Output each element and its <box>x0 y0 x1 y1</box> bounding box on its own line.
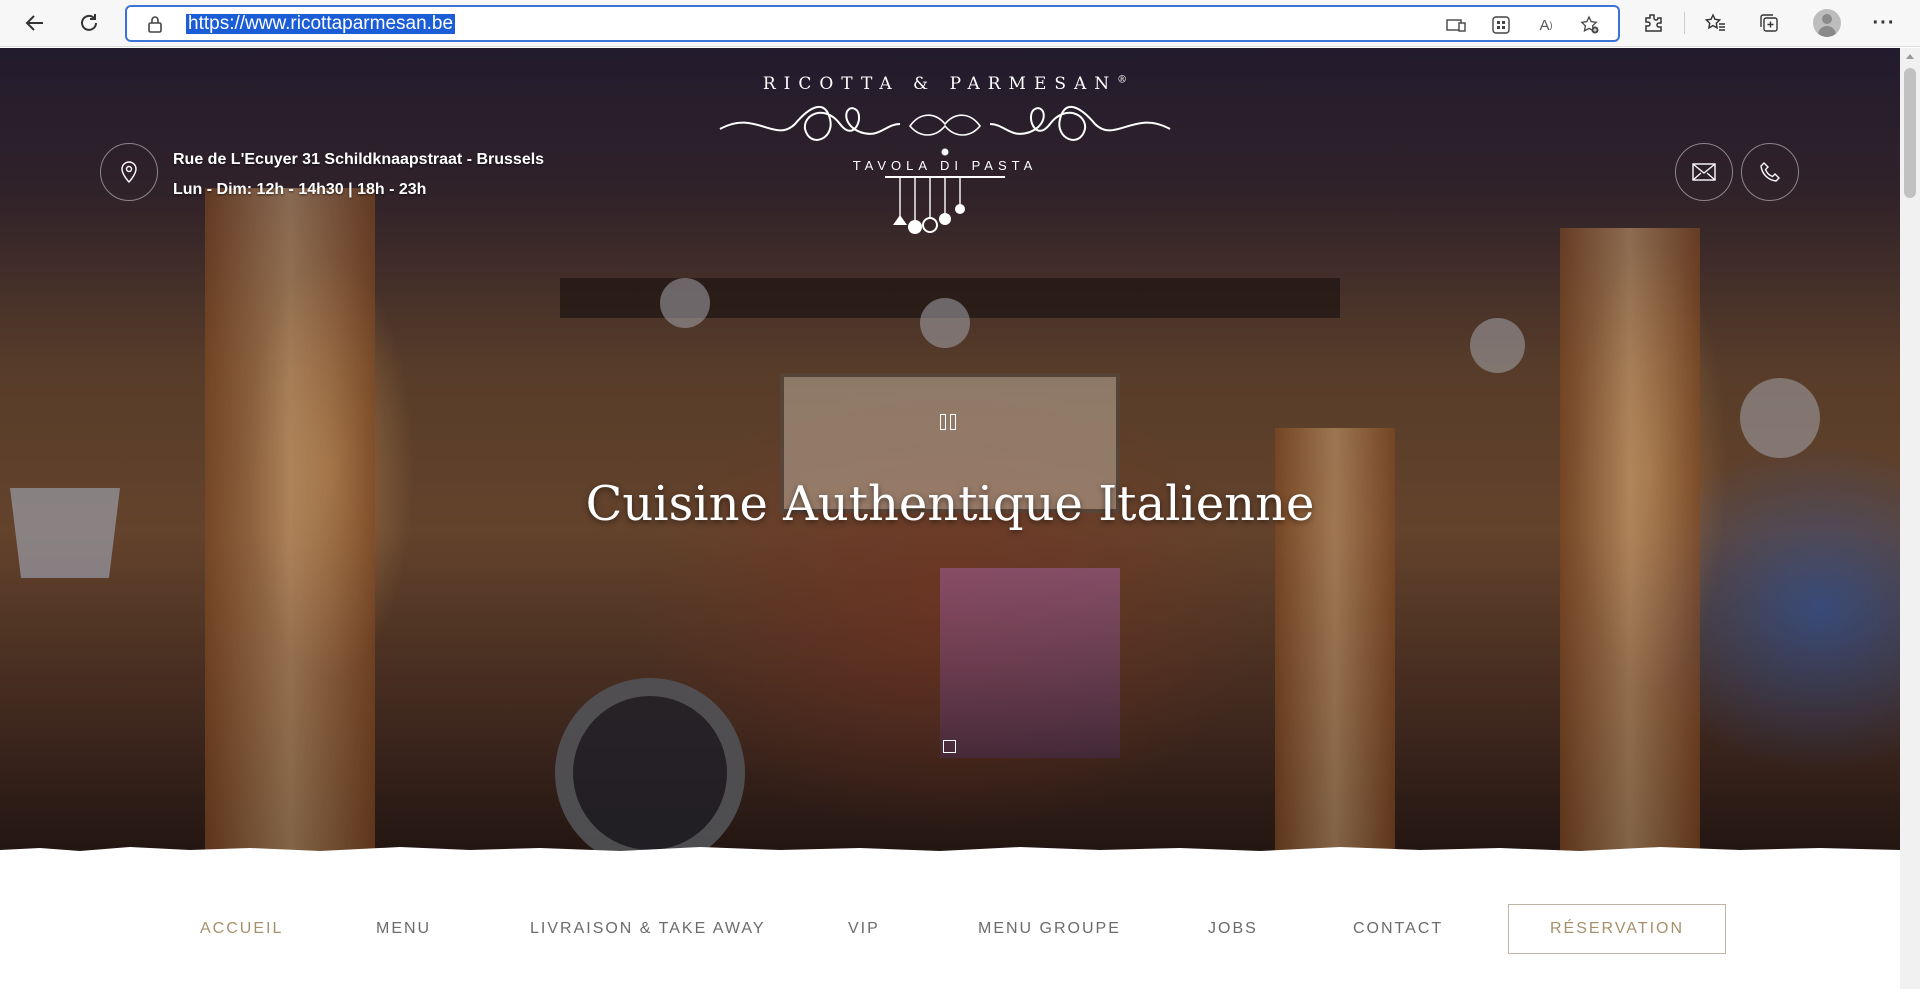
hero-headline: Cuisine Authentique Italienne <box>585 476 1315 532</box>
toolbar-separator <box>1684 12 1685 34</box>
favorite-add-icon[interactable] <box>1579 14 1601 36</box>
hero-slider: Rue de L'Ecuyer 31 Schildknaapstraat - B… <box>0 48 1900 853</box>
address-block: Rue de L'Ecuyer 31 Schildknaapstraat - B… <box>173 145 544 205</box>
read-aloud-icon[interactable]: A) <box>1535 14 1557 36</box>
web-page: Rue de L'Ecuyer 31 Schildknaapstraat - B… <box>0 48 1900 989</box>
scroll-thumb[interactable] <box>1904 68 1916 198</box>
main-navigation: ACCUEIL MENU LIVRAISON & TAKE AWAY VIP M… <box>0 904 1900 954</box>
back-arrow-icon[interactable] <box>18 6 52 40</box>
logo-name-text: RICOTTA & PARMESAN <box>762 74 1118 94</box>
profile-avatar[interactable] <box>1813 9 1841 37</box>
logo-name: RICOTTA & PARMESAN® <box>715 74 1175 94</box>
mail-icon[interactable] <box>1675 143 1733 201</box>
more-icon[interactable]: ··· <box>1871 10 1897 36</box>
nav-item-menu-groupe[interactable]: MENU GROUPE <box>978 904 1121 954</box>
location-pin-icon[interactable] <box>100 143 158 201</box>
nav-item-menu[interactable]: MENU <box>376 904 431 954</box>
logo-registered-mark: ® <box>1117 74 1128 86</box>
extensions-icon[interactable] <box>1640 10 1666 36</box>
nav-item-livraison[interactable]: LIVRAISON & TAKE AWAY <box>530 904 766 954</box>
phone-icon[interactable] <box>1741 143 1799 201</box>
device-icon[interactable] <box>1445 14 1467 36</box>
slider-indicator[interactable] <box>943 740 956 753</box>
logo-flourish <box>719 106 1171 156</box>
collections-icon[interactable] <box>1756 10 1782 36</box>
slider-pause-icon[interactable] <box>940 414 956 430</box>
nav-item-accueil[interactable]: ACCUEIL <box>200 904 283 954</box>
lock-icon[interactable] <box>147 15 163 38</box>
site-logo[interactable]: RICOTTA & PARMESAN® TAVOLA DI PASTA <box>715 74 1175 245</box>
reservation-button[interactable]: RÉSERVATION <box>1508 904 1726 954</box>
logo-tagline: TAVOLA DI PASTA <box>852 158 1038 173</box>
nav-item-jobs[interactable]: JOBS <box>1208 904 1258 954</box>
page-scrollbar[interactable] <box>1900 48 1920 989</box>
nav-item-vip[interactable]: VIP <box>848 904 880 954</box>
browser-toolbar: https://www.ricottaparmesan.be A) ··· <box>0 0 1920 47</box>
opening-hours: Lun - Dim: 12h - 14h30 | 18h - 23h <box>173 181 427 198</box>
url-text[interactable]: https://www.ricottaparmesan.be <box>186 14 456 34</box>
address-text[interactable]: Rue de L'Ecuyer 31 Schildknaapstraat - B… <box>173 145 544 175</box>
utensils-illustration <box>885 176 1005 234</box>
address-bar[interactable]: https://www.ricottaparmesan.be A) <box>125 5 1620 42</box>
scroll-up-icon[interactable] <box>1906 54 1914 59</box>
refresh-icon[interactable] <box>72 6 106 40</box>
favorites-icon[interactable] <box>1702 10 1728 36</box>
torn-paper-edge <box>0 847 1900 853</box>
apps-grid-icon[interactable] <box>1490 14 1512 36</box>
nav-item-contact[interactable]: CONTACT <box>1353 904 1443 954</box>
